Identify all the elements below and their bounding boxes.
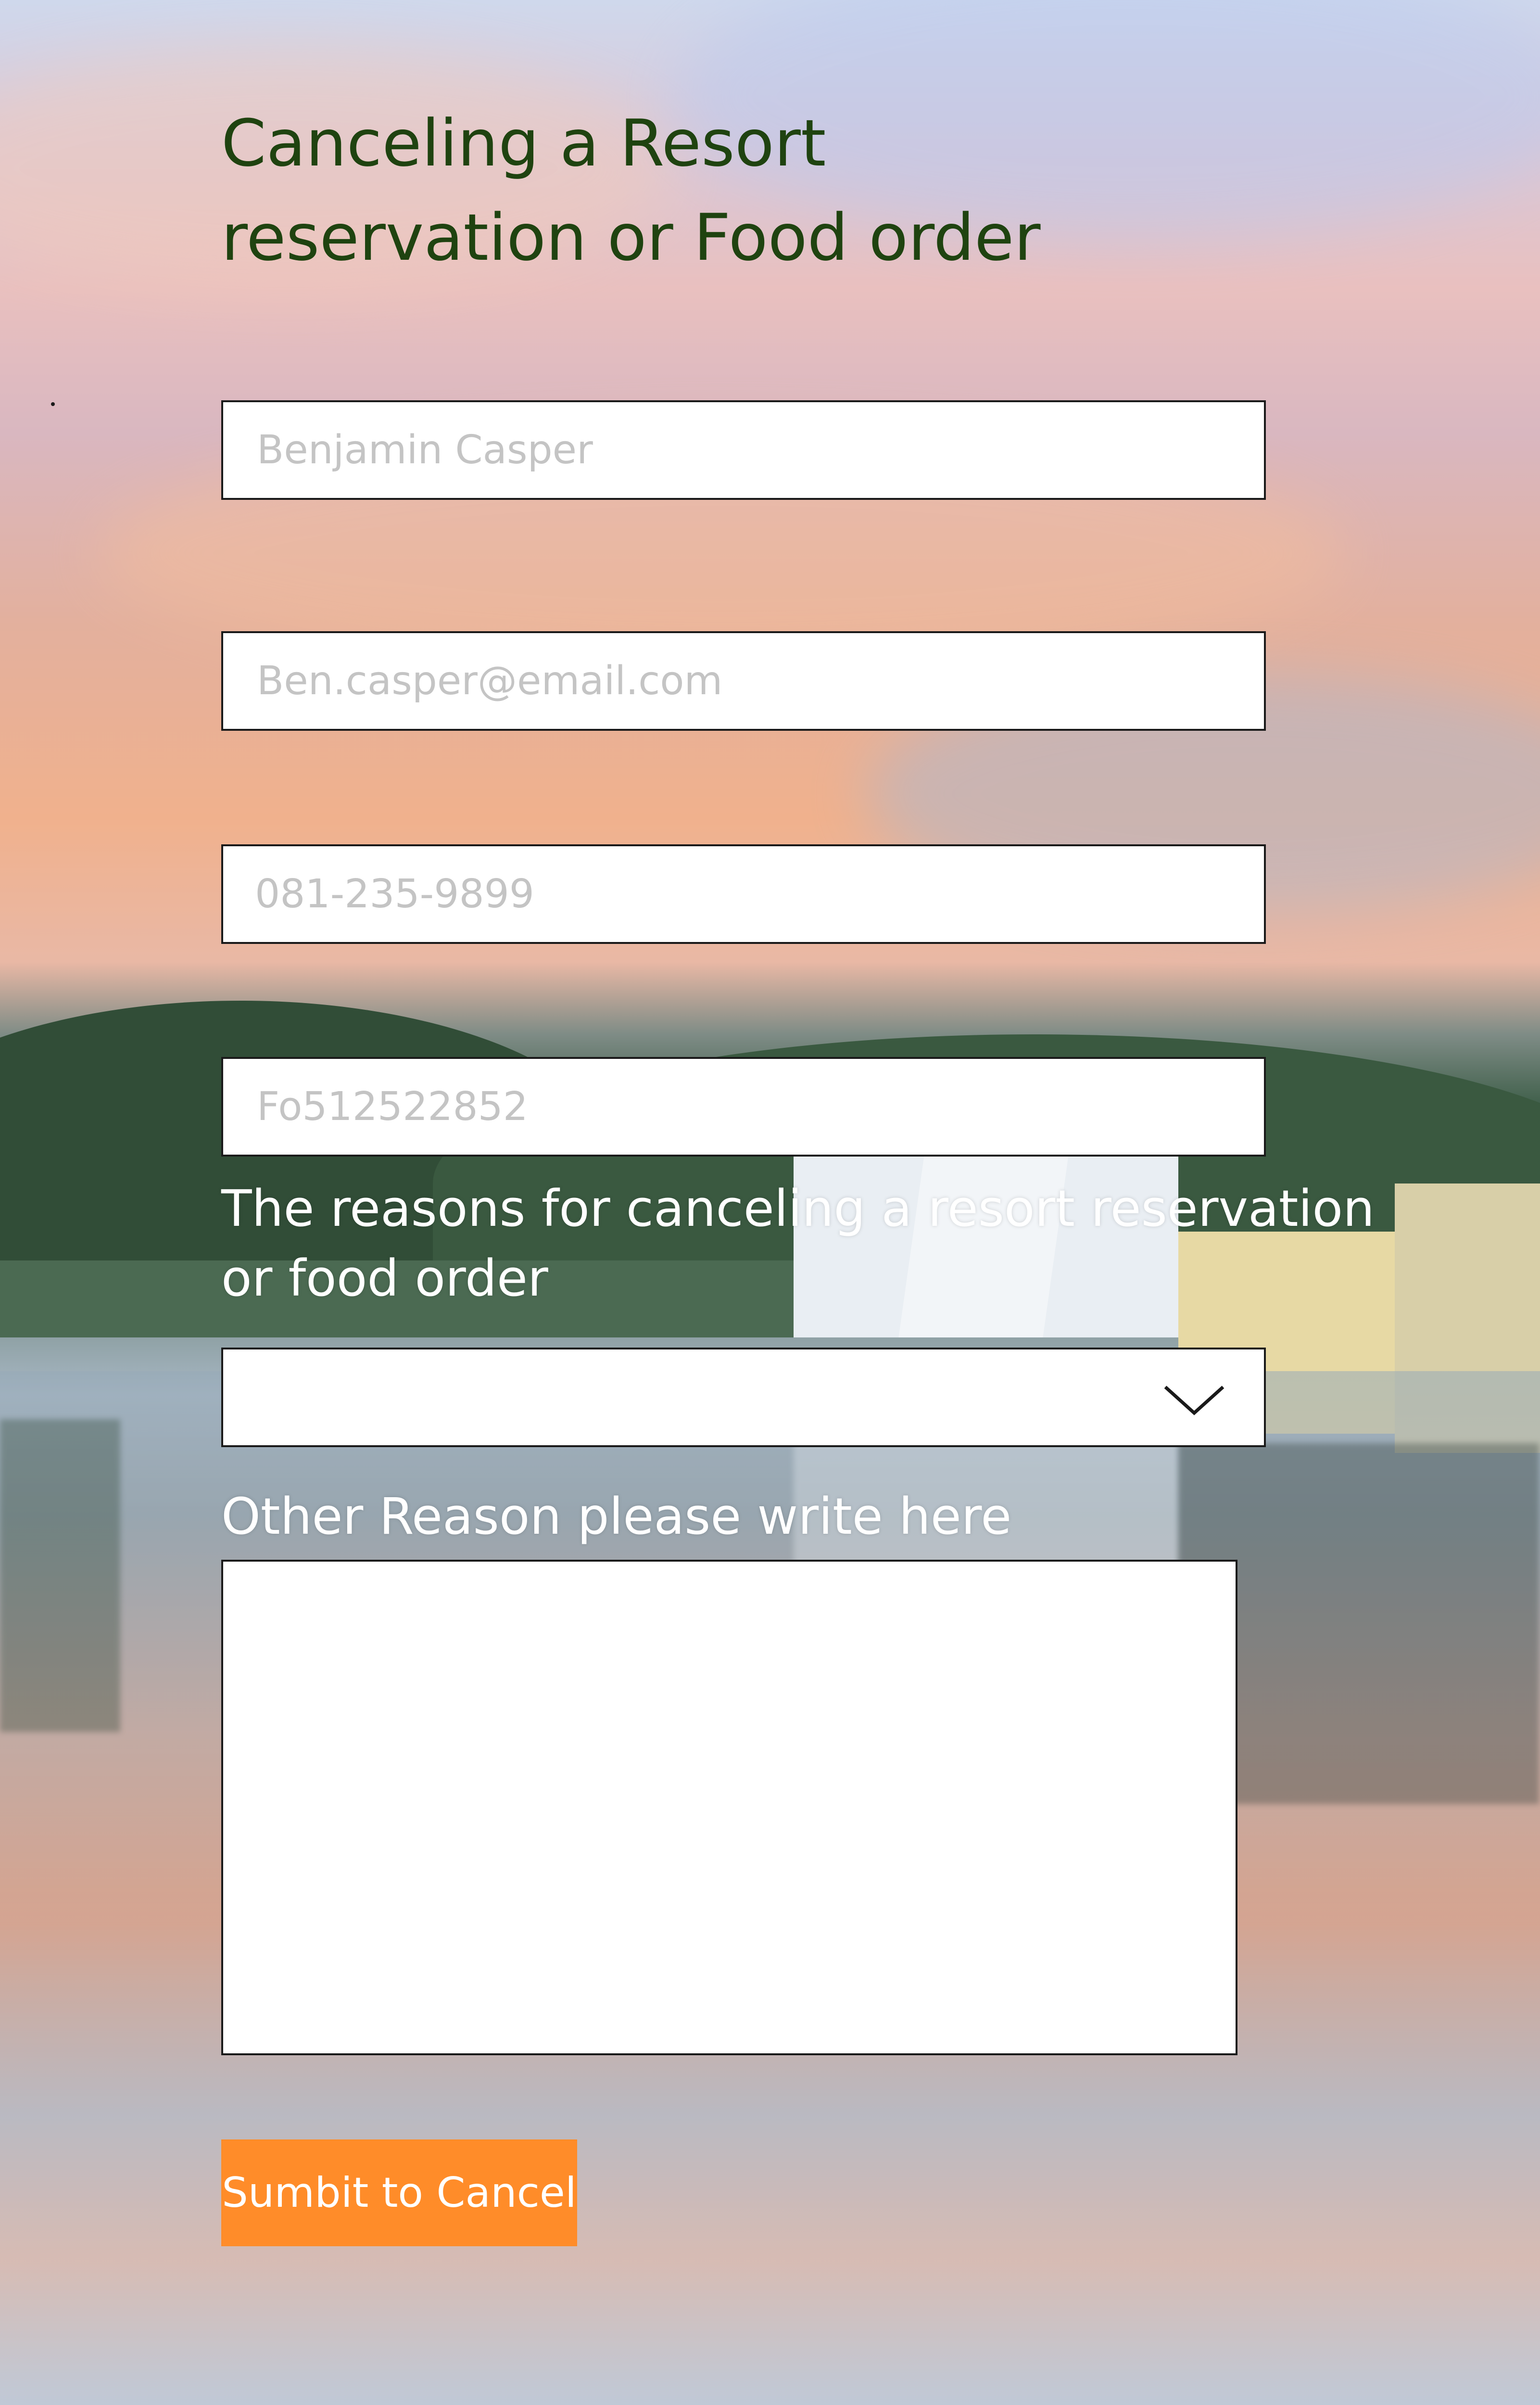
reason-label: The reasons for canceling a resort reser… <box>221 1174 1375 1313</box>
email-field[interactable] <box>221 631 1266 731</box>
other-reason-label: Other Reason please write here <box>221 1487 1012 1546</box>
other-reason-textarea[interactable] <box>221 1560 1237 2055</box>
submit-cancel-button[interactable]: Sumbit to Cancel <box>221 2139 577 2246</box>
reason-label-line-2: or food order <box>221 1249 548 1308</box>
page-title-line-2: reservation or Food order <box>221 200 1041 275</box>
page-title-line-1: Canceling a Resort <box>221 106 826 181</box>
name-field[interactable] <box>221 400 1266 500</box>
order-number-field[interactable] <box>221 1057 1266 1157</box>
stray-dot <box>51 402 55 406</box>
chevron-down-icon[interactable] <box>1163 1383 1225 1417</box>
page-title: Canceling a Resort reservation or Food o… <box>221 96 1087 285</box>
phone-field[interactable] <box>221 844 1266 944</box>
tree-reflection <box>0 1419 120 1732</box>
reason-label-line-1: The reasons for canceling a resort reser… <box>221 1179 1375 1238</box>
reason-dropdown[interactable] <box>221 1348 1266 1447</box>
